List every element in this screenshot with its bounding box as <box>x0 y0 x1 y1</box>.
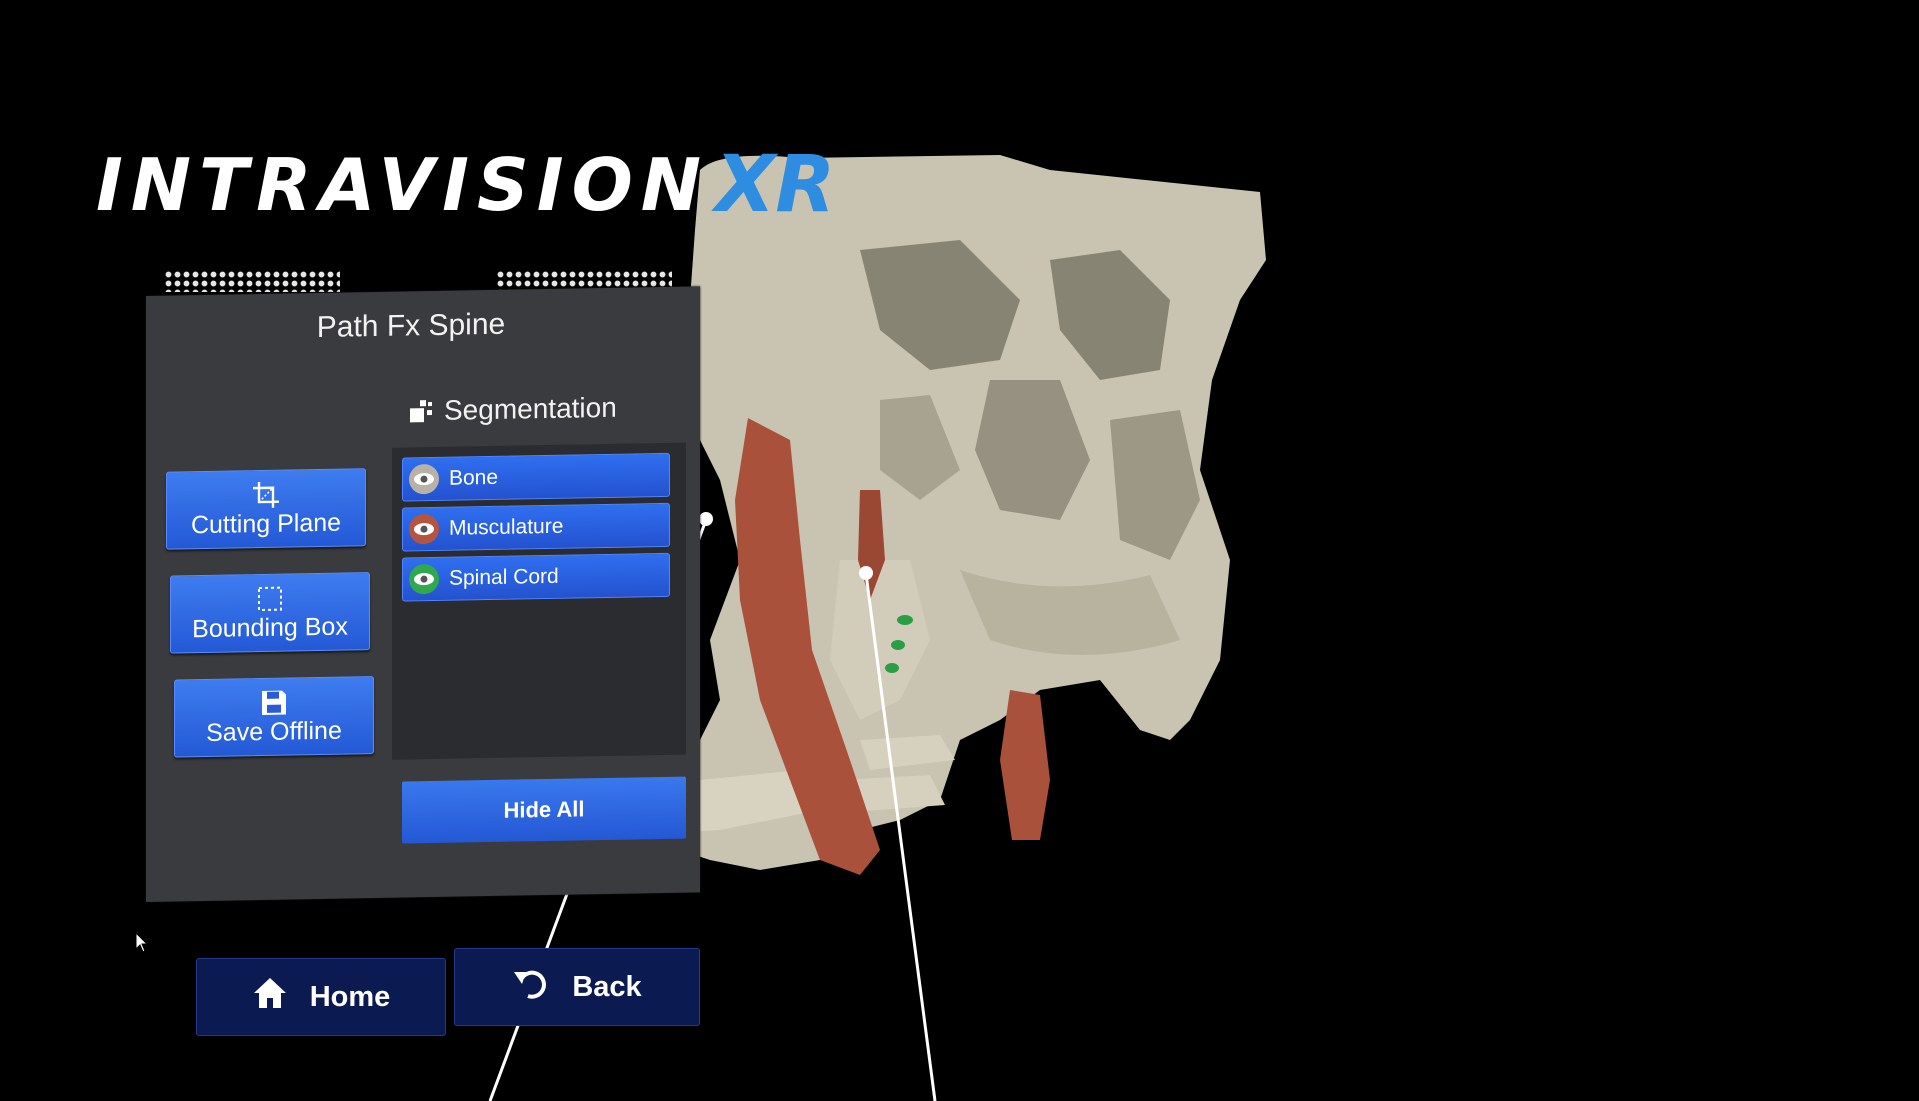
home-button[interactable]: Home <box>196 958 446 1036</box>
panel-title: Path Fx Spine <box>316 307 506 345</box>
segment-label-bone: Bone <box>449 465 499 490</box>
segment-item-spinal-cord[interactable]: Spinal Cord <box>402 552 670 602</box>
bounding-box-button[interactable]: Bounding Box <box>170 572 370 654</box>
mouse-cursor-icon <box>135 931 149 959</box>
crop-icon <box>251 479 281 510</box>
segment-item-bone[interactable]: Bone <box>402 452 670 502</box>
logo-main-text: INTRAVISION <box>96 143 710 227</box>
save-icon <box>260 687 288 717</box>
left-pointer-endpoint <box>699 512 713 526</box>
eye-icon[interactable] <box>409 463 439 495</box>
back-button[interactable]: Back <box>454 948 700 1026</box>
back-label: Back <box>572 970 642 1003</box>
segmentation-header: Segmentation <box>408 392 617 428</box>
cutting-plane-button[interactable]: Cutting Plane <box>166 468 366 550</box>
eye-icon[interactable] <box>409 513 439 545</box>
segmentation-list: Bone Musculature Spinal Cord <box>392 442 686 760</box>
home-icon <box>252 976 288 1018</box>
undo-arrow-icon <box>512 966 550 1008</box>
eye-icon[interactable] <box>409 563 439 595</box>
control-panel: Path Fx Spine Cutting Plane Bounding Box… <box>146 286 700 902</box>
intravision-logo: INTRAVISION XR <box>96 140 835 230</box>
bounding-box-label: Bounding Box <box>192 611 348 643</box>
segment-label-musculature: Musculature <box>449 514 564 540</box>
hide-all-button[interactable]: Hide All <box>402 776 686 844</box>
right-pointer-endpoint <box>859 566 873 580</box>
segmentation-title: Segmentation <box>444 391 617 426</box>
segmentation-icon <box>408 398 434 424</box>
save-offline-button[interactable]: Save Offline <box>174 676 374 758</box>
bounding-box-icon <box>255 583 285 614</box>
save-offline-label: Save Offline <box>206 716 342 747</box>
segment-label-spinal-cord: Spinal Cord <box>449 564 559 590</box>
cutting-plane-label: Cutting Plane <box>190 508 342 539</box>
home-label: Home <box>309 980 391 1013</box>
panel-grab-handle-left[interactable] <box>164 270 340 292</box>
segment-item-musculature[interactable]: Musculature <box>402 502 670 552</box>
logo-accent-text: XR <box>715 140 836 230</box>
